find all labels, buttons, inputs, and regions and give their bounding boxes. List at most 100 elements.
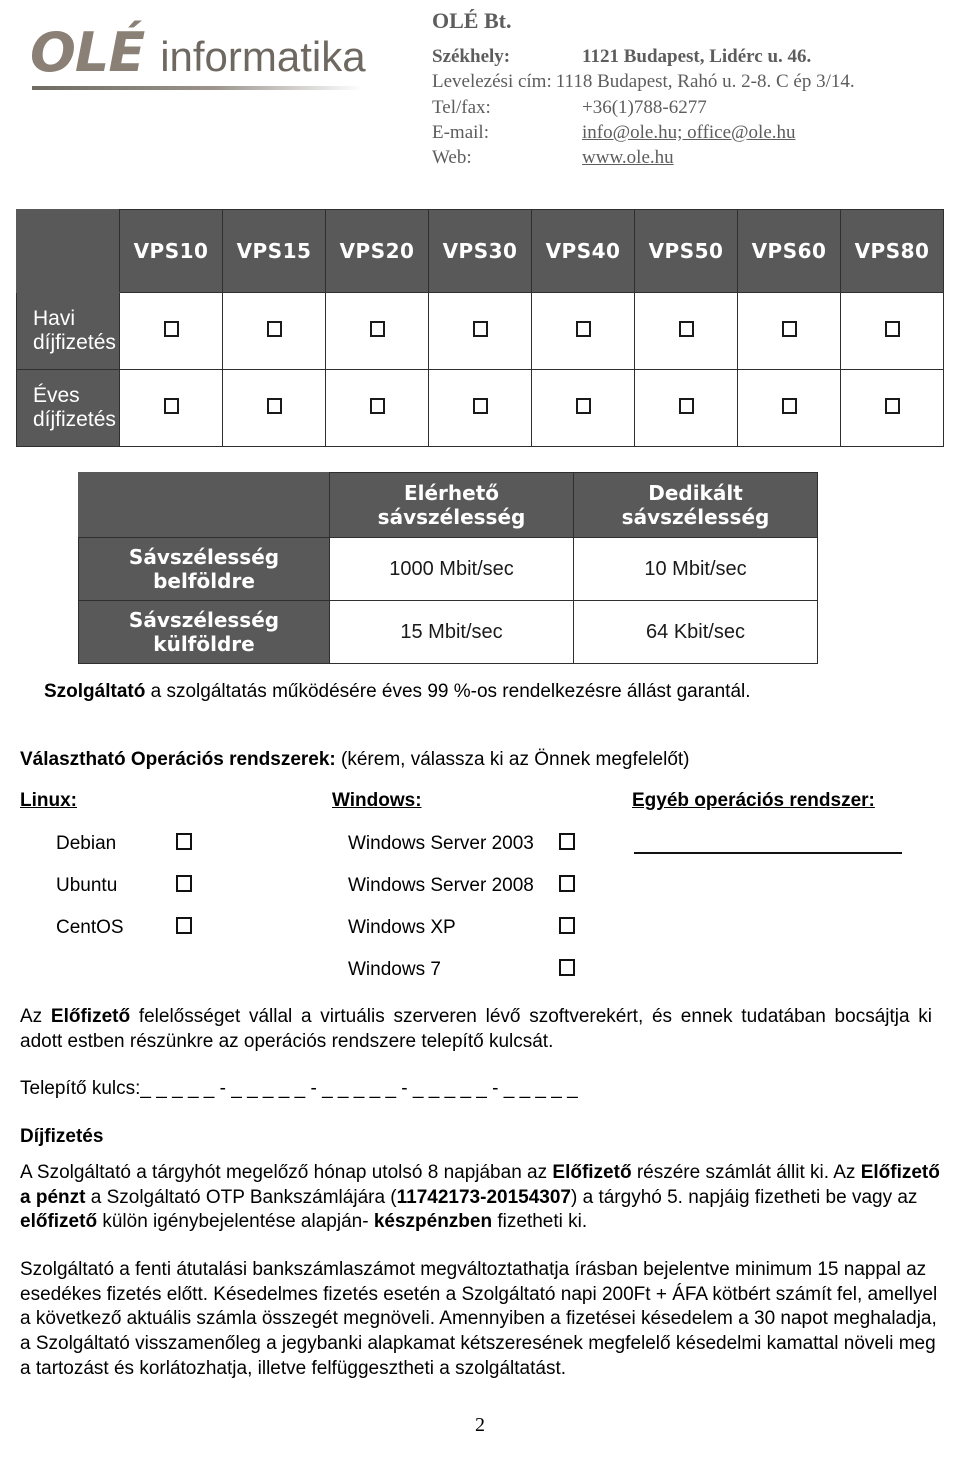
os-checkbox-ubuntu[interactable] <box>176 875 192 892</box>
checkbox-cell-yearly-vps10[interactable] <box>119 369 223 447</box>
os-choice-instruction: Választható Operációs rendszerek: (kérem… <box>20 748 920 773</box>
os-label-windows-server-2008: Windows Server 2008 <box>348 875 534 896</box>
payment-p1-subscriber-2: előfizető <box>20 1211 98 1233</box>
os-checkbox-debian[interactable] <box>176 833 192 850</box>
checkbox-cell-monthly-vps10[interactable] <box>119 292 223 370</box>
checkbox-icon[interactable] <box>266 397 282 414</box>
checkbox-icon[interactable] <box>163 320 179 337</box>
bandwidth-row-label-international: Sávszélesség külföldre <box>78 600 330 664</box>
address-line-web: Web: www.ole.hu <box>432 145 960 170</box>
os-label-debian: Debian <box>56 833 117 854</box>
company-logo: OLÉ informatika <box>14 26 404 136</box>
company-name: OLÉ Bt. <box>432 8 512 33</box>
column-header-vps15: VPS15 <box>222 209 326 293</box>
table-row-monthly-payment: Havi díjfizetés <box>16 292 944 370</box>
payment-paragraph-1: A Szolgáltató a tárgyhót megelőző hónap … <box>20 1161 940 1235</box>
column-header-vps40: VPS40 <box>531 209 635 293</box>
table-row-yearly-payment: Éves díjfizetés <box>16 369 944 447</box>
checkbox-icon[interactable] <box>472 320 488 337</box>
checkbox-icon[interactable] <box>678 397 694 414</box>
payment-bank-account-number: 11742173-20154307 <box>396 1186 571 1208</box>
bandwidth-row-label-domestic: Sávszélesség belföldre <box>78 537 330 601</box>
liability-bold-subscriber: Előfizető <box>50 1006 131 1027</box>
checkbox-icon[interactable] <box>575 320 591 337</box>
os-choice-rest: (kérem, válassza ki az Önnek megfelelőt) <box>335 749 690 770</box>
os-checkbox-windows-server-2003[interactable] <box>559 833 575 850</box>
checkbox-cell-yearly-vps20[interactable] <box>325 369 429 447</box>
address-line-headquarters: Székhely: 1121 Budapest, Lidérc u. 46. <box>432 44 960 69</box>
row-label-yearly: Éves díjfizetés <box>16 369 120 447</box>
checkbox-icon[interactable] <box>575 397 591 414</box>
bandwidth-value-international-dedicated: 64 Kbit/sec <box>573 600 818 664</box>
checkbox-cell-yearly-vps15[interactable] <box>222 369 326 447</box>
availability-guarantee-text: Szolgáltató a szolgáltatás működésére év… <box>44 680 924 705</box>
checkbox-icon[interactable] <box>163 397 179 414</box>
os-label-windows-7: Windows 7 <box>348 959 441 980</box>
os-choice-bold-lead: Választható Operációs rendszerek: <box>20 749 336 770</box>
guarantee-bold-lead: Szolgáltató <box>44 681 146 702</box>
checkbox-icon[interactable] <box>266 320 282 337</box>
checkbox-cell-yearly-vps40[interactable] <box>531 369 635 447</box>
logo-ole-text: OLÉ <box>30 21 145 84</box>
os-heading-windows: Windows: <box>332 790 422 811</box>
payment-p1-cash: készpénzben <box>373 1211 493 1233</box>
payment-p1-subscriber-1: Előfizető <box>552 1162 632 1183</box>
address-label: E-mail: <box>432 121 489 143</box>
checkbox-cell-monthly-vps60[interactable] <box>737 292 841 370</box>
checkbox-cell-yearly-vps80[interactable] <box>840 369 944 447</box>
address-value: +36(1)788-6277 <box>582 96 707 118</box>
payment-p1-j: fizetheti ki. <box>492 1211 588 1233</box>
liability-rest: felelősséget vállal a virtuális szervere… <box>20 1006 933 1052</box>
logo-underline-rule <box>32 86 362 90</box>
checkbox-cell-monthly-vps15[interactable] <box>222 292 326 370</box>
checkbox-cell-monthly-vps30[interactable] <box>428 292 532 370</box>
email-link[interactable]: info@ole.hu; office@ole.hu <box>582 120 796 145</box>
checkbox-icon[interactable] <box>781 320 797 337</box>
checkbox-cell-monthly-vps50[interactable] <box>634 292 738 370</box>
install-key-field: Telepítő kulcs:_ _ _ _ _ - _ _ _ _ _ - _… <box>20 1077 720 1102</box>
checkbox-icon[interactable] <box>884 320 900 337</box>
checkbox-cell-monthly-vps20[interactable] <box>325 292 429 370</box>
checkbox-cell-monthly-vps80[interactable] <box>840 292 944 370</box>
os-label-windows-xp: Windows XP <box>348 917 456 938</box>
os-checkbox-centos[interactable] <box>176 917 192 934</box>
column-header-vps80: VPS80 <box>840 209 944 293</box>
os-checkbox-windows-xp[interactable] <box>559 917 575 934</box>
logo-wordmark: OLÉ informatika <box>14 26 404 80</box>
table-corner-cell <box>16 209 120 293</box>
os-checkbox-windows-7[interactable] <box>559 959 575 976</box>
bandwidth-row-domestic: Sávszélesség belföldre 1000 Mbit/sec 10 … <box>78 537 818 601</box>
bandwidth-value-international-available: 15 Mbit/sec <box>329 600 574 664</box>
bandwidth-header-row: Elérhető sávszélesség Dedikált sávszéles… <box>78 472 818 538</box>
os-checkbox-windows-server-2008[interactable] <box>559 875 575 892</box>
website-link[interactable]: www.ole.hu <box>582 145 674 170</box>
checkbox-cell-monthly-vps40[interactable] <box>531 292 635 370</box>
checkbox-icon[interactable] <box>781 397 797 414</box>
checkbox-icon[interactable] <box>472 397 488 414</box>
checkbox-icon[interactable] <box>678 320 694 337</box>
address-line-telfax: Tel/fax: +36(1)788-6277 <box>432 95 960 120</box>
checkbox-cell-yearly-vps60[interactable] <box>737 369 841 447</box>
checkbox-icon[interactable] <box>369 397 385 414</box>
install-key-label: Telepítő kulcs: <box>20 1078 141 1099</box>
other-os-input-line[interactable] <box>634 852 902 854</box>
liability-lead: Az <box>20 1006 51 1027</box>
checkbox-icon[interactable] <box>369 320 385 337</box>
vps-plan-table: VPS10 VPS15 VPS20 VPS30 VPS40 VPS50 VPS6… <box>16 209 944 447</box>
payment-p1-e: a Szolgáltató OTP Bankszámlájára ( <box>85 1186 397 1208</box>
checkbox-cell-yearly-vps50[interactable] <box>634 369 738 447</box>
os-label-centos: CentOS <box>56 917 124 938</box>
checkbox-icon[interactable] <box>884 397 900 414</box>
bandwidth-value-domestic-available: 1000 Mbit/sec <box>329 537 574 601</box>
install-key-blanks[interactable]: _ _ _ _ _ - _ _ _ _ _ - _ _ _ _ _ - _ _ … <box>140 1078 577 1099</box>
checkbox-cell-yearly-vps30[interactable] <box>428 369 532 447</box>
logo-informatika-text: informatika <box>160 33 366 80</box>
column-header-vps60: VPS60 <box>737 209 841 293</box>
payment-section-heading: Díjfizetés <box>20 1126 104 1147</box>
address-label: Székhely: <box>432 46 511 67</box>
bandwidth-row-international: Sávszélesség külföldre 15 Mbit/sec 64 Kb… <box>78 600 818 664</box>
address-value: 1118 Budapest, Rahó u. 2-8. C ép 3/14. <box>555 71 855 93</box>
address-line-email: E-mail: info@ole.hu; office@ole.hu <box>432 120 960 145</box>
column-header-vps10: VPS10 <box>119 209 223 293</box>
os-label-ubuntu: Ubuntu <box>56 875 118 896</box>
